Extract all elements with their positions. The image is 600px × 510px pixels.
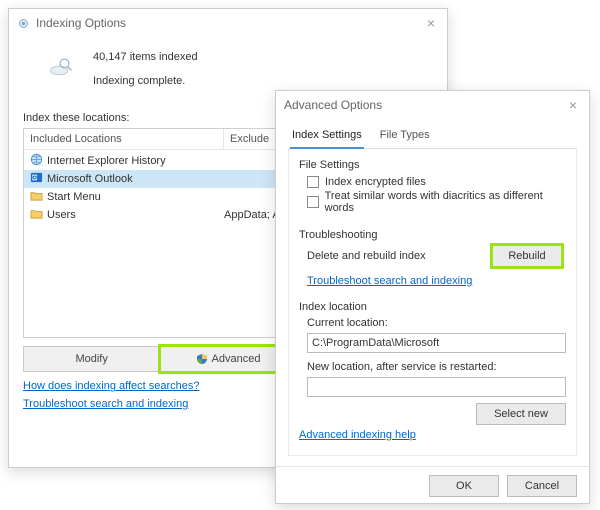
titlebar[interactable]: Advanced Options ×	[276, 91, 589, 119]
row-name: Internet Explorer History	[47, 155, 166, 167]
troubleshoot-link[interactable]: Troubleshoot search and indexing	[307, 275, 472, 287]
tab-file-types[interactable]: File Types	[378, 125, 432, 148]
troubleshoot-link[interactable]: Troubleshoot search and indexing	[23, 398, 188, 410]
shield-icon	[196, 353, 208, 365]
tab-index-settings[interactable]: Index Settings	[290, 125, 364, 149]
window-title: Advanced Options	[284, 98, 565, 112]
row-name: Start Menu	[47, 191, 101, 203]
folder-icon	[30, 189, 43, 205]
advanced-options-window: Advanced Options × Index Settings File T…	[275, 90, 590, 504]
index-location-group: Index location Current location: New loc…	[299, 301, 566, 425]
select-new-button[interactable]: Select new	[476, 403, 566, 425]
current-location-label: Current location:	[307, 317, 566, 329]
file-settings-group: File Settings Index encrypted files Trea…	[299, 159, 566, 215]
items-indexed-text: 40,147 items indexed	[93, 49, 198, 67]
new-location-label: New location, after service is restarted…	[307, 361, 566, 373]
new-location-field[interactable]	[307, 377, 566, 397]
file-settings-label: File Settings	[299, 159, 566, 171]
cancel-button[interactable]: Cancel	[507, 475, 577, 497]
outlook-icon	[30, 171, 43, 187]
rebuild-button[interactable]: Rebuild	[492, 245, 562, 267]
rebuild-desc: Delete and rebuild index	[307, 250, 426, 262]
encrypted-checkbox[interactable]: Index encrypted files	[299, 175, 566, 189]
titlebar[interactable]: Indexing Options ×	[9, 9, 447, 37]
index-location-label: Index location	[299, 301, 566, 313]
indexing-status-text: Indexing complete.	[93, 73, 198, 91]
current-location-field[interactable]	[307, 333, 566, 353]
row-name: Microsoft Outlook	[47, 173, 133, 185]
advanced-indexing-help-link[interactable]: Advanced indexing help	[299, 429, 416, 441]
troubleshooting-label: Troubleshooting	[299, 229, 566, 241]
indexing-icon	[17, 17, 30, 30]
col-included[interactable]: Included Locations	[24, 129, 224, 149]
close-icon[interactable]: ×	[423, 15, 439, 31]
ok-button[interactable]: OK	[429, 475, 499, 497]
row-name: Users	[47, 209, 76, 221]
close-icon[interactable]: ×	[565, 97, 581, 113]
window-title: Indexing Options	[36, 16, 423, 30]
affect-searches-link[interactable]: How does indexing affect searches?	[23, 380, 200, 392]
search-status-icon	[47, 55, 75, 79]
modify-button[interactable]: Modify	[23, 346, 160, 372]
troubleshooting-group: Troubleshooting Delete and rebuild index…	[299, 229, 566, 287]
globe-icon	[30, 153, 43, 169]
diacritics-checkbox[interactable]: Treat similar words with diacritics as d…	[299, 189, 566, 215]
checkbox-icon	[307, 196, 319, 208]
tabstrip: Index Settings File Types	[288, 125, 577, 149]
checkbox-icon	[307, 176, 319, 188]
folder-icon	[30, 207, 43, 223]
